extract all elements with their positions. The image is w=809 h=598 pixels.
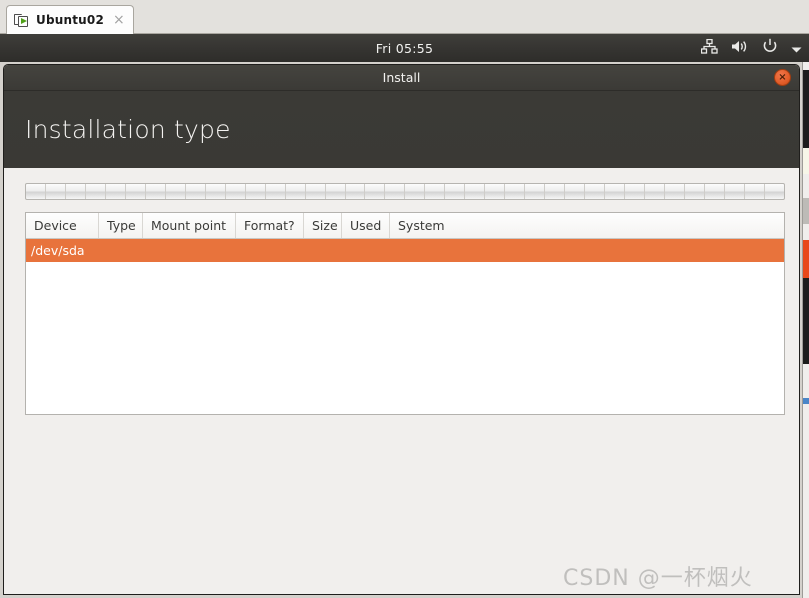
install-window-titlebar: Install × <box>4 65 799 91</box>
power-icon[interactable] <box>762 38 778 58</box>
disk-usage-bar <box>25 183 785 200</box>
ubuntu-top-panel: Fri 05:55 <box>0 34 809 62</box>
column-header-used[interactable]: Used <box>342 213 390 238</box>
background-window-sliver <box>802 62 809 598</box>
column-header-type[interactable]: Type <box>99 213 143 238</box>
install-window: Install × Installation type Device Type … <box>3 64 800 595</box>
column-header-size[interactable]: Size <box>304 213 342 238</box>
chevron-down-icon[interactable] <box>791 39 802 58</box>
install-window-title: Install <box>382 70 421 85</box>
vmware-host-window: Ubuntu02 × Fri 05:55 Install × Installat… <box>0 0 809 598</box>
window-close-icon[interactable]: × <box>774 69 791 86</box>
vm-screen-play-icon <box>14 13 29 28</box>
table-row[interactable]: /dev/sda <box>26 239 784 262</box>
panel-indicators <box>700 38 802 58</box>
vmware-tab-ubuntu02[interactable]: Ubuntu02 × <box>6 5 134 34</box>
volume-icon[interactable] <box>731 39 749 58</box>
install-page-header: Installation type <box>4 91 799 168</box>
partition-table-header: Device Type Mount point Format? Size Use… <box>26 213 784 239</box>
column-header-device[interactable]: Device <box>26 213 99 238</box>
close-icon[interactable]: × <box>111 13 125 27</box>
page-title: Installation type <box>25 115 231 144</box>
column-header-system[interactable]: System <box>390 213 784 238</box>
partition-device-label: /dev/sda <box>31 243 85 258</box>
vmware-tab-label: Ubuntu02 <box>36 13 104 27</box>
network-icon[interactable] <box>700 38 718 58</box>
panel-clock[interactable]: Fri 05:55 <box>0 41 809 56</box>
partition-table[interactable]: Device Type Mount point Format? Size Use… <box>25 212 785 415</box>
vmware-tab-strip: Ubuntu02 × <box>0 0 809 34</box>
install-page-body: Device Type Mount point Format? Size Use… <box>4 168 799 594</box>
column-header-format[interactable]: Format? <box>236 213 304 238</box>
column-header-mount-point[interactable]: Mount point <box>143 213 236 238</box>
